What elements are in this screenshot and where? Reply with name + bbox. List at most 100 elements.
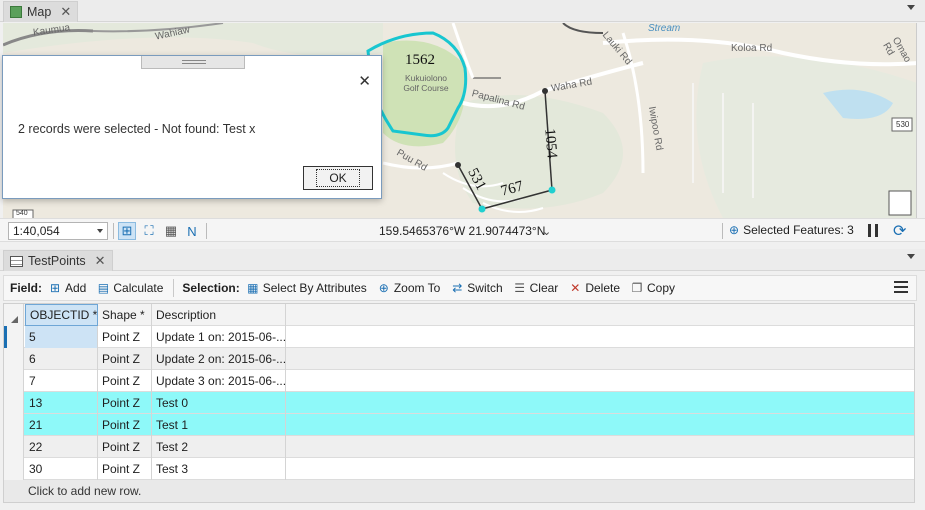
zoom-to-button[interactable]: ⊕ Zoom To — [377, 281, 441, 295]
row-header[interactable] — [4, 326, 24, 348]
cell-description[interactable]: Update 2 on: 2015-06-... — [152, 348, 286, 370]
row-header[interactable] — [4, 348, 24, 370]
clear-icon: ☰ — [514, 281, 525, 295]
scale-value: 1:40,054 — [13, 224, 60, 238]
selection-zoom-icon: ⊕ — [729, 223, 740, 237]
zoom-to-label: Zoom To — [393, 281, 441, 295]
map-status-bar: 1:40,054 ⊞ ⛶ ▦ N 159.5465376°W 21.907447… — [0, 218, 925, 242]
chevron-down-icon[interactable] — [907, 5, 915, 10]
table-row[interactable]: 22 Point Z Test 2 — [4, 436, 914, 458]
drag-handle[interactable] — [141, 56, 245, 69]
scale-dropdown[interactable]: 1:40,054 — [8, 222, 108, 240]
table-header: OBJECTID * Shape * Description — [4, 304, 914, 326]
calculate-label: Calculate — [113, 281, 164, 295]
close-icon[interactable]: ✕ — [95, 253, 106, 269]
table-row[interactable]: 6 Point Z Update 2 on: 2015-06-... — [4, 348, 914, 370]
add-field-label: Add — [65, 281, 87, 295]
attribute-table: OBJECTID * Shape * Description 5 Point Z… — [3, 303, 915, 503]
add-new-row[interactable]: Click to add new row. — [4, 480, 914, 502]
cell-shape[interactable]: Point Z — [98, 348, 152, 370]
chevron-down-icon[interactable] — [907, 254, 915, 259]
table-row[interactable]: 5 Point Z Update 1 on: 2015-06-... — [4, 326, 914, 348]
field-label: Field: — [10, 281, 42, 295]
column-header-shape[interactable]: Shape * — [98, 304, 152, 326]
clear-selection-button[interactable]: ☰ Clear — [513, 281, 559, 295]
table-row-selected[interactable]: 21 Point Z Test 1 — [4, 414, 914, 436]
row-header[interactable] — [4, 458, 24, 480]
delete-icon: ✕ — [570, 281, 581, 295]
cell-objectid[interactable]: 7 — [25, 370, 98, 392]
delete-button[interactable]: ✕ Delete — [568, 281, 620, 295]
table-tabstrip: TestPoints ✕ — [0, 249, 925, 271]
ok-button[interactable]: OK — [303, 166, 373, 190]
calculator-icon: ▤ — [97, 281, 110, 295]
copy-label: Copy — [647, 281, 676, 295]
fixed-zoom-icon[interactable]: ⛶ — [140, 222, 158, 240]
stream-label: Stream — [648, 23, 681, 34]
divider — [206, 223, 207, 239]
refresh-icon[interactable]: ⟳ — [893, 221, 906, 241]
north-arrow-icon[interactable]: N — [183, 222, 201, 240]
row-header[interactable] — [4, 436, 24, 458]
selected-features[interactable]: ⊕ Selected Features: 3 — [729, 223, 854, 237]
table-toolbar: Field: ⊞ Add ▤ Calculate Selection: ▦ Se… — [3, 275, 917, 301]
cell-description[interactable]: Test 2 — [152, 436, 286, 458]
chevron-down-icon[interactable]: ⌄ — [542, 225, 551, 238]
row-header[interactable] — [4, 370, 24, 392]
divider — [113, 223, 114, 239]
row-header[interactable] — [4, 392, 24, 414]
tab-testpoints[interactable]: TestPoints ✕ — [3, 250, 113, 271]
tab-map-label: Map — [27, 5, 52, 19]
calculate-field-button[interactable]: ▤ Calculate — [96, 281, 164, 295]
column-header-objectid[interactable]: OBJECTID * — [25, 304, 98, 326]
add-field-icon: ⊞ — [49, 281, 61, 295]
divider — [722, 223, 723, 239]
cell-shape[interactable]: Point Z — [98, 458, 152, 480]
clear-label: Clear — [529, 281, 559, 295]
cell-description[interactable]: Test 1 — [152, 414, 286, 436]
table-icon — [10, 255, 23, 267]
cell-objectid[interactable]: 22 — [25, 436, 98, 458]
ok-button-label: OK — [316, 169, 360, 187]
cell-shape[interactable]: Point Z — [98, 436, 152, 458]
dialog-message: 2 records were selected - Not found: Tes… — [18, 122, 256, 136]
cell-objectid[interactable]: 6 — [25, 348, 98, 370]
map-icon — [10, 6, 22, 18]
cell-objectid[interactable]: 21 — [25, 414, 98, 436]
cell-objectid[interactable]: 30 — [25, 458, 98, 480]
pause-icon[interactable] — [868, 224, 878, 237]
cell-objectid[interactable]: 13 — [25, 392, 98, 414]
row-header[interactable] — [4, 414, 24, 436]
table-row[interactable]: 7 Point Z Update 3 on: 2015-06-... — [4, 370, 914, 392]
select-by-attributes-icon: ▦ — [247, 281, 259, 295]
switch-icon: ⇄ — [452, 281, 463, 295]
menu-icon[interactable] — [894, 281, 908, 293]
tab-map[interactable]: Map ✕ — [3, 1, 79, 22]
select-by-attributes-button[interactable]: ▦ Select By Attributes — [246, 281, 367, 295]
table-row[interactable]: 30 Point Z Test 3 — [4, 458, 914, 480]
road-label-koloa: Koloa Rd — [731, 43, 773, 54]
select-all-corner[interactable] — [4, 304, 24, 326]
cell-description[interactable]: Update 3 on: 2015-06-... — [152, 370, 286, 392]
grid-icon[interactable]: ▦ — [162, 222, 180, 240]
cell-shape[interactable]: Point Z — [98, 326, 152, 348]
close-icon[interactable]: ✕ — [358, 72, 371, 90]
copy-button[interactable]: ❐ Copy — [630, 281, 675, 295]
select-grid-icon[interactable]: ⊞ — [118, 222, 136, 240]
zoom-to-icon: ⊕ — [378, 281, 389, 295]
cell-description[interactable]: Test 3 — [152, 458, 286, 480]
message-dialog: ✕ 2 records were selected - Not found: T… — [2, 55, 382, 199]
cell-shape[interactable]: Point Z — [98, 392, 152, 414]
cell-shape[interactable]: Point Z — [98, 370, 152, 392]
table-row-selected[interactable]: 13 Point Z Test 0 — [4, 392, 914, 414]
cell-description[interactable]: Test 0 — [152, 392, 286, 414]
cell-description[interactable]: Update 1 on: 2015-06-... — [152, 326, 286, 348]
cell-objectid[interactable]: 5 — [25, 326, 98, 348]
close-icon[interactable]: ✕ — [60, 4, 71, 20]
column-header-description[interactable]: Description — [152, 304, 286, 326]
dimension-1054: 1054 — [541, 127, 560, 160]
cell-shape[interactable]: Point Z — [98, 414, 152, 436]
selection-label: Selection: — [182, 281, 240, 295]
add-field-button[interactable]: ⊞ Add — [48, 281, 86, 295]
switch-selection-button[interactable]: ⇄ Switch — [450, 281, 502, 295]
